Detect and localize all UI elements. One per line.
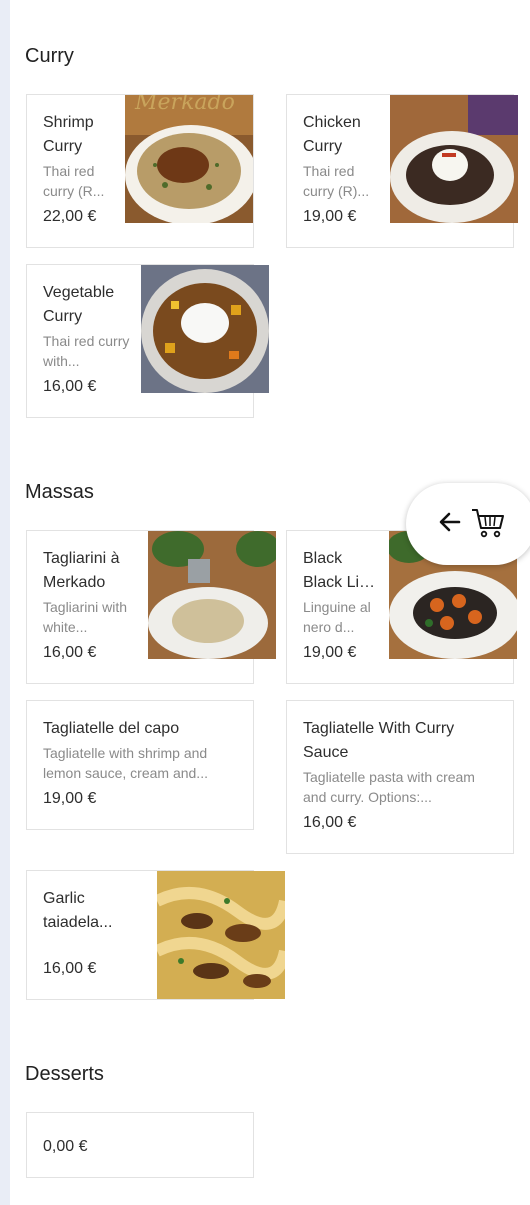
- section-title-curry: Curry: [25, 45, 74, 67]
- item-price: 22,00 €: [43, 208, 97, 225]
- item-name: Shrimp Curry: [43, 114, 94, 155]
- cart-button[interactable]: [406, 483, 530, 565]
- item-name: Tagliatelle With Curry Sauce: [303, 720, 455, 761]
- section-title-massas: Massas: [25, 481, 94, 503]
- menu-item-garlic-taiadela[interactable]: Garlic taiadela... 16,00 €: [26, 870, 285, 1000]
- item-description: Linguine al nero d...: [303, 599, 371, 635]
- item-price: 16,00 €: [43, 644, 97, 661]
- menu-item-tagliatelle-with-curry-sauce[interactable]: Tagliatelle With Curry Sauce Tagliatelle…: [286, 700, 514, 854]
- menu-page: Curry Shrimp Curry Thai red curry (R... …: [10, 0, 530, 1205]
- menu-item-chicken-curry[interactable]: Chicken Curry Thai red curry (R)... 19,0…: [286, 94, 518, 248]
- menu-item-dessert[interactable]: 0,00 €: [26, 1112, 254, 1178]
- item-name: Tagliarini à Merkado: [43, 550, 120, 591]
- section-title-desserts: Desserts: [25, 1063, 104, 1085]
- item-price: 0,00 €: [43, 1138, 88, 1155]
- item-photo-vegetable-curry: [141, 265, 269, 393]
- item-description: Tagliatelle pasta with cream and curry. …: [303, 769, 475, 805]
- item-photo-chicken-curry: [390, 95, 518, 223]
- item-photo-shrimp-curry: Merkado: [125, 95, 253, 223]
- item-price: 19,00 €: [303, 208, 357, 225]
- menu-item-vegetable-curry[interactable]: Vegetable Curry Thai red curry with... 1…: [26, 264, 269, 418]
- shopping-cart-icon: [470, 507, 506, 544]
- item-photo-garlic-taiadela: [157, 871, 285, 999]
- item-price: 16,00 €: [303, 814, 357, 831]
- item-name: Tagliatelle del capo: [43, 720, 180, 737]
- item-name: Garlic taiadela...: [43, 890, 113, 931]
- item-name: Vegetable Curry: [43, 284, 115, 325]
- item-description: Thai red curry with...: [43, 333, 130, 369]
- menu-item-shrimp-curry[interactable]: Shrimp Curry Thai red curry (R... 22,00 …: [26, 94, 254, 248]
- item-description: Thai red curry (R)...: [303, 163, 370, 199]
- item-description: Tagliarini with white...: [43, 599, 128, 635]
- item-name: Black Black Lingui...: [303, 547, 381, 595]
- menu-item-tagliarini-a-merkado[interactable]: Tagliarini à Merkado Tagliarini with whi…: [26, 530, 276, 684]
- item-name-line: Black Lingui...: [303, 574, 381, 591]
- item-price: 19,00 €: [43, 790, 97, 807]
- item-description: Tagliatelle with shrimp and lemon sauce,…: [43, 745, 208, 781]
- item-price: 19,00 €: [303, 644, 357, 661]
- item-photo-tagliarini: [148, 531, 276, 659]
- item-price: 16,00 €: [43, 378, 97, 395]
- item-price: 16,00 €: [43, 960, 97, 977]
- item-name: Chicken Curry: [303, 114, 361, 155]
- arrow-left-icon: [439, 511, 461, 538]
- menu-item-tagliatelle-del-capo[interactable]: Tagliatelle del capo Tagliatelle with sh…: [26, 700, 254, 830]
- item-description: Thai red curry (R...: [43, 163, 105, 199]
- svg-text:Merkado: Merkado: [134, 95, 235, 115]
